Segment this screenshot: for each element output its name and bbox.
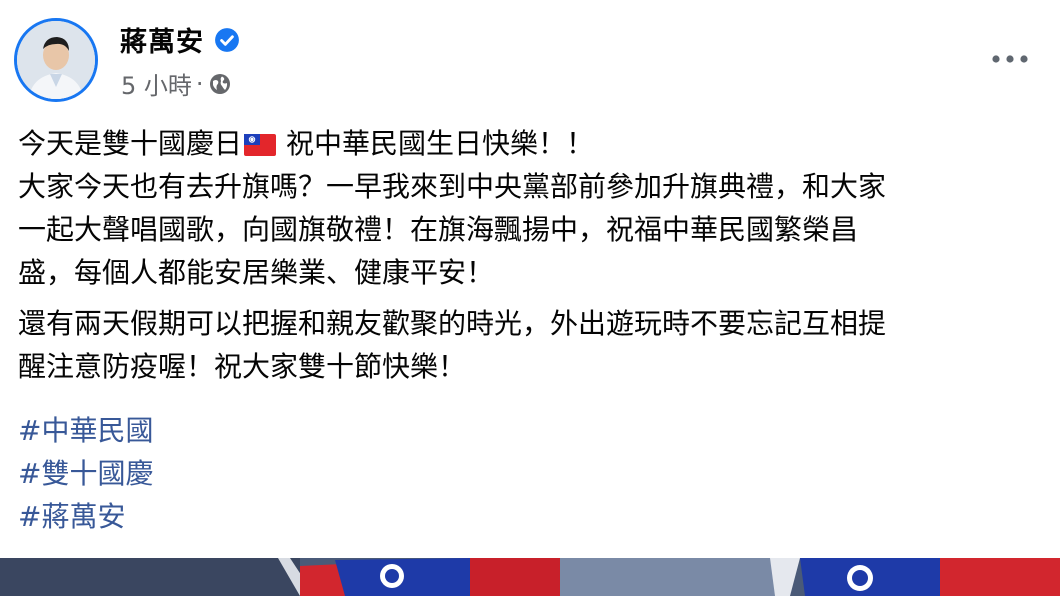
taiwan-flag-icon [244,134,277,156]
author-row: 蔣萬安 [120,20,240,59]
flags-photo-image [0,558,1060,596]
verified-badge-icon [215,27,239,52]
text-line: 醒注意防疫喔！祝大家雙十節快樂！ [18,350,467,383]
text-line: 大家今天也有去升旗嗎？一早我來到中央黨部前參加升旗典禮，和大家 [18,170,887,203]
post-meta: 5 小時 · [121,66,232,101]
hashtag-link[interactable]: #蔣萬安 [18,495,153,538]
hashtag-link[interactable]: #中華民國 [18,409,153,452]
hashtag-link[interactable]: #雙十國慶 [18,452,153,495]
post-paragraph: 今天是雙十國慶日 祝中華民國生日快樂！！ 大家今天也有去升旗嗎？一早我來到中央黨… [18,122,1048,294]
more-options-button[interactable] [988,44,1032,74]
text-line: 還有兩天假期可以把握和親友歡聚的時光，外出遊玩時不要忘記互相提 [18,307,887,340]
post-photo[interactable] [0,558,1060,596]
post-paragraph: 還有兩天假期可以把握和親友歡聚的時光，外出遊玩時不要忘記互相提 醒注意防疫喔！祝… [18,302,1048,388]
text-segment: 祝中華民國生日快樂！！ [286,127,595,160]
globe-icon[interactable] [208,72,232,96]
post-time[interactable]: 5 小時 [121,66,192,101]
avatar[interactable] [14,18,98,102]
more-horizontal-icon [992,55,1028,63]
author-name[interactable]: 蔣萬安 [120,20,204,59]
meta-separator: · [195,69,204,98]
text-line: 盛，每個人都能安居樂業、健康平安！ [18,256,495,289]
post-text: 今天是雙十國慶日 祝中華民國生日快樂！！ 大家今天也有去升旗嗎？一早我來到中央黨… [18,122,1048,388]
hashtag-list: #中華民國 #雙十國慶 #蔣萬安 [18,409,153,538]
text-line: 一起大聲唱國歌，向國旗敬禮！在旗海飄揚中，祝福中華民國繁榮昌 [18,213,859,246]
text-line: 今天是雙十國慶日 祝中華民國生日快樂！！ [18,122,1048,165]
text-segment: 今天是雙十國慶日 [18,127,243,160]
post-header: 蔣萬安 5 小時 · [0,0,1060,110]
